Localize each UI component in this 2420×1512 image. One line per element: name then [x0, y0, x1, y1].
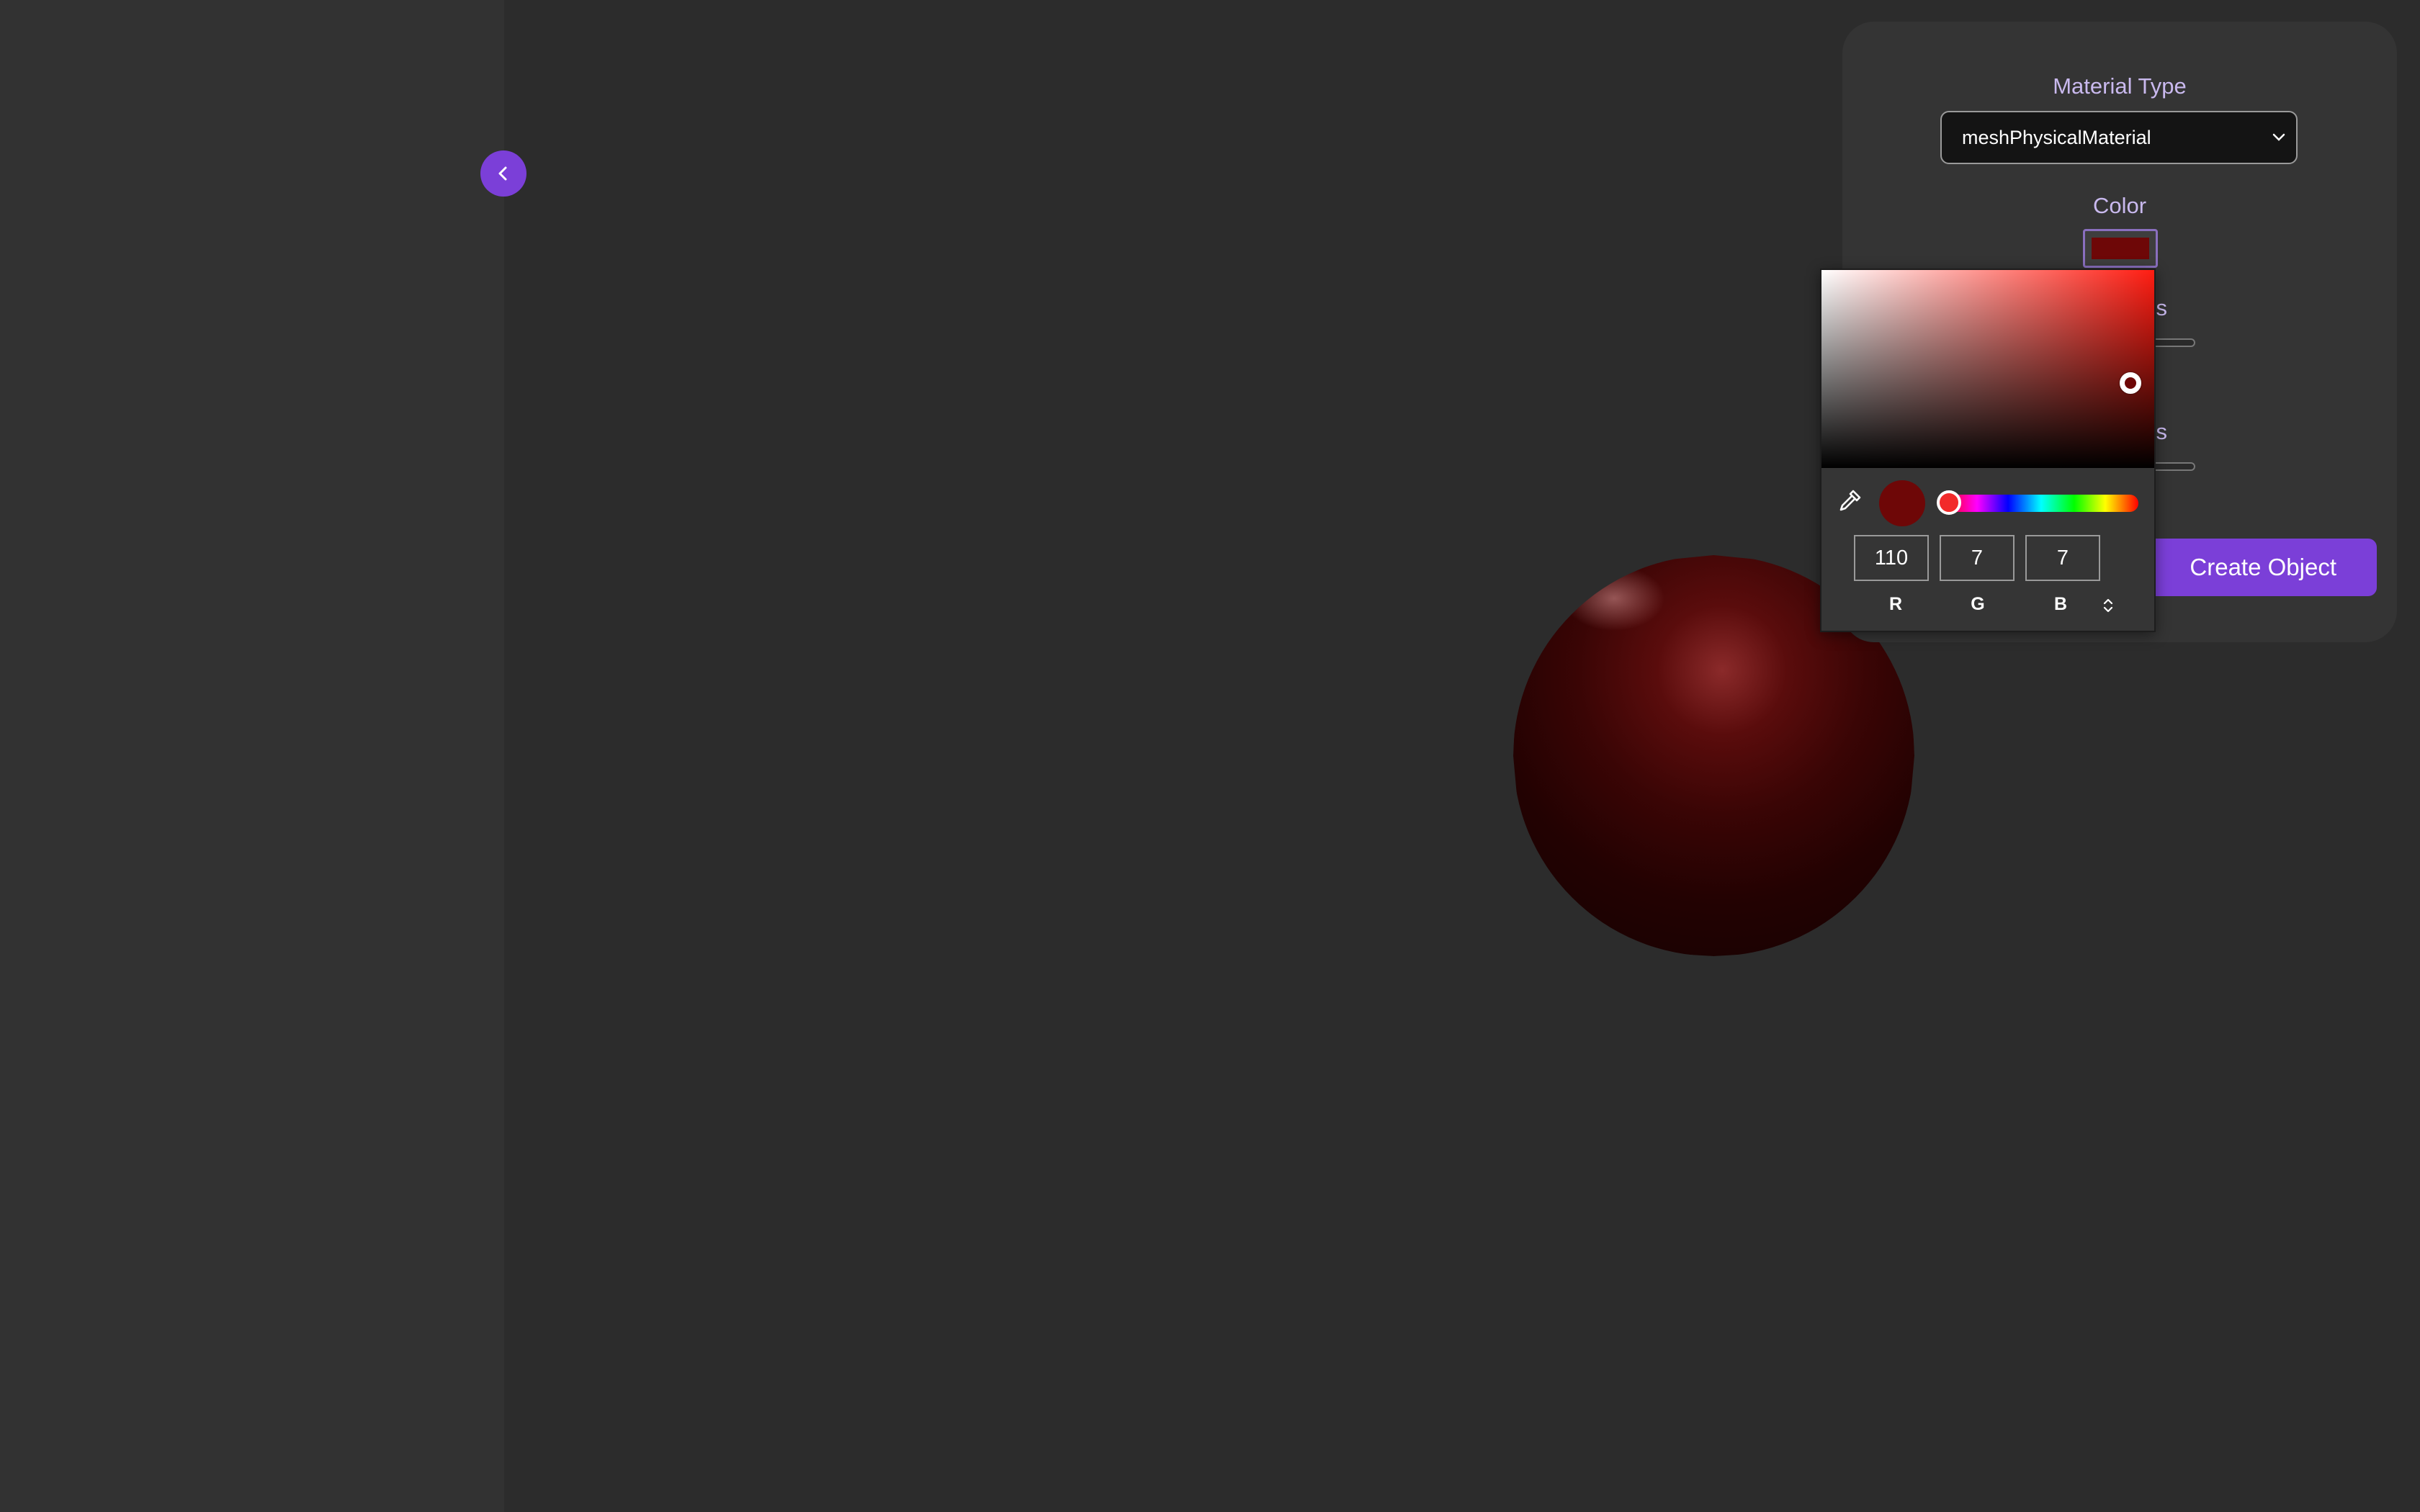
material-type-select[interactable]: meshPhysicalMaterial — [1940, 111, 2298, 164]
hue-slider[interactable] — [1944, 495, 2138, 512]
material-type-value: meshPhysicalMaterial — [1962, 127, 2151, 148]
up-down-arrows-icon[interactable] — [2101, 595, 2115, 616]
color-preview — [1879, 480, 1925, 526]
hue-handle[interactable] — [1937, 490, 1961, 515]
color-picker-popover: 110 7 7 R G B — [1820, 269, 2156, 632]
saturation-value-area[interactable] — [1821, 270, 2154, 468]
chevron-left-icon — [498, 166, 507, 181]
red-input[interactable]: 110 — [1854, 535, 1929, 581]
green-input[interactable]: 7 — [1940, 535, 2015, 581]
create-object-button[interactable]: Create Object — [2123, 539, 2377, 596]
sidebar — [0, 0, 504, 1512]
sidebar-toggle-button[interactable] — [480, 150, 526, 197]
blue-input[interactable]: 7 — [2025, 535, 2100, 581]
red-label: R — [1888, 594, 1903, 614]
color-label: Color — [2092, 193, 2147, 218]
color-swatch-fill — [2092, 238, 2149, 259]
green-label: G — [1971, 594, 1985, 614]
color-swatch-button[interactable] — [2083, 229, 2158, 268]
material-type-label: Material Type — [2053, 73, 2187, 99]
eyedropper-icon[interactable] — [1836, 487, 1863, 515]
chevron-down-icon — [2272, 133, 2285, 141]
blue-label: B — [2053, 594, 2068, 614]
saturation-handle[interactable] — [2120, 372, 2141, 394]
